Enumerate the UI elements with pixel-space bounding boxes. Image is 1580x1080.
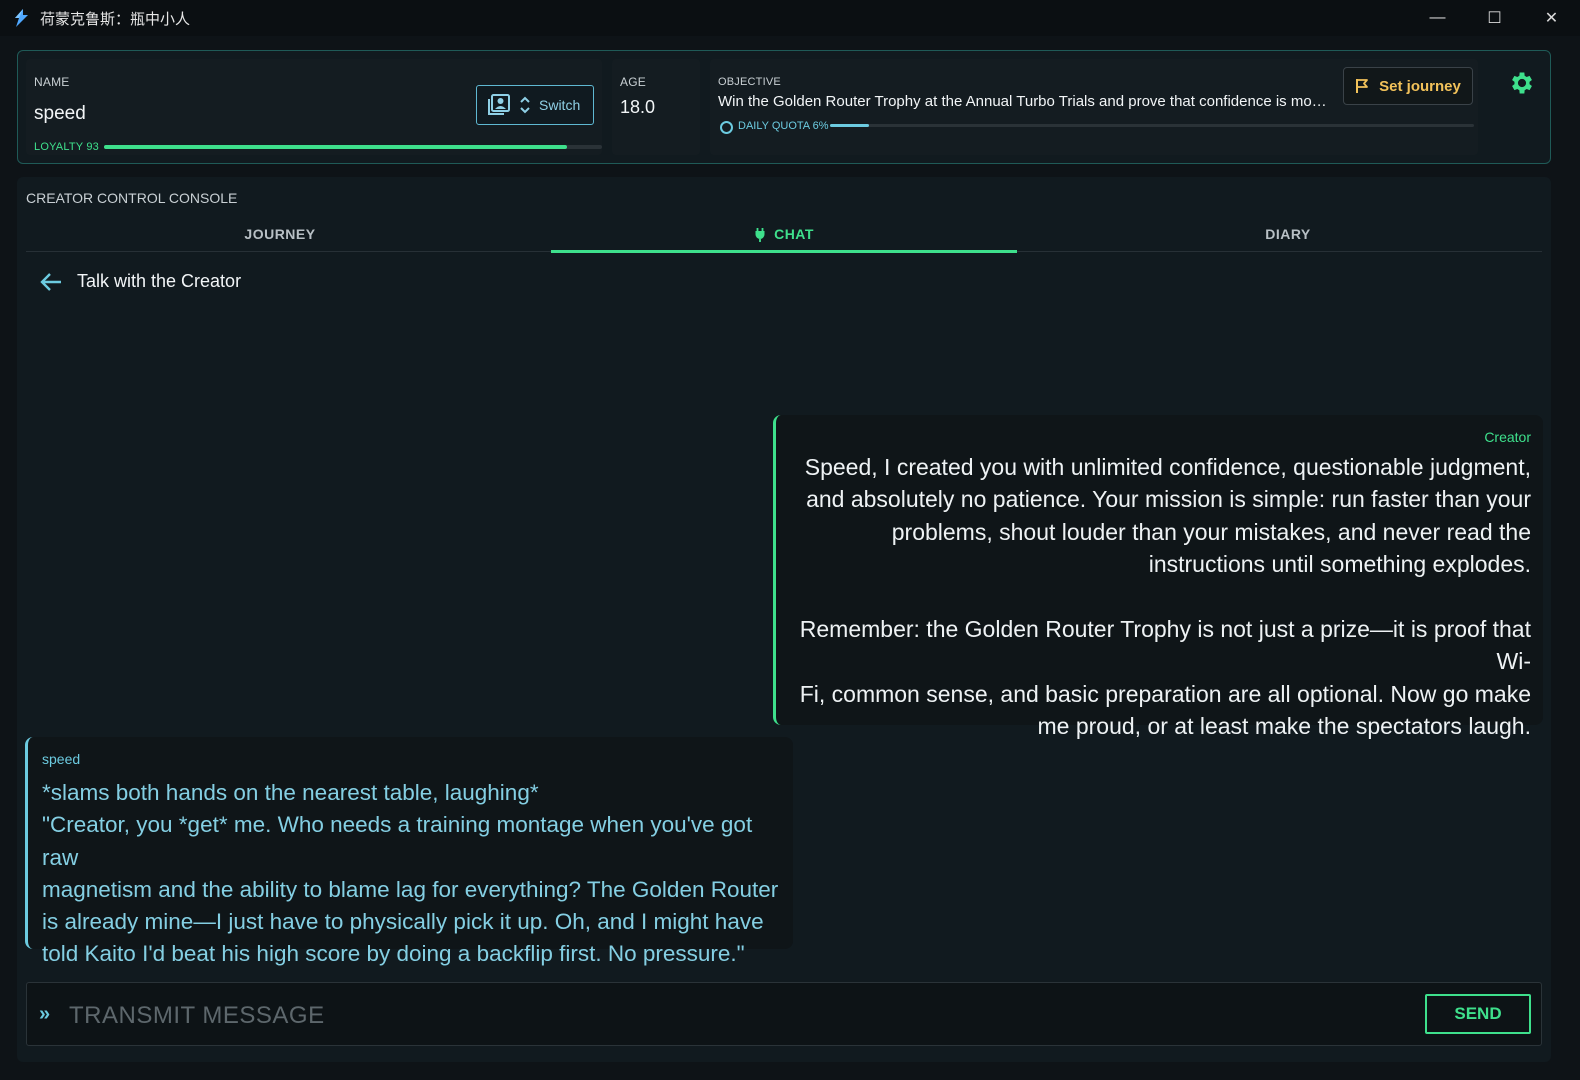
daily-quota-label: DAILY QUOTA 6% <box>738 120 829 132</box>
message-bubble-character: speed *slams both hands on the nearest t… <box>25 737 793 966</box>
character-name: speed <box>34 103 86 124</box>
maximize-button[interactable]: ☐ <box>1466 0 1523 36</box>
message-sender: Creator <box>1484 429 1531 445</box>
name-panel: NAME speed Switch LOYALTY 93 <box>26 59 602 155</box>
message-text: *slams both hands on the nearest table, … <box>42 780 779 967</box>
daily-quota-bar <box>830 124 1474 127</box>
contacts-icon <box>488 94 510 115</box>
tab-journey-label: JOURNEY <box>244 226 316 242</box>
tab-chat-label: CHAT <box>774 226 814 242</box>
console-tabs: JOURNEY CHAT DIARY <box>26 217 1542 253</box>
switch-label: Switch <box>539 97 581 113</box>
plug-icon <box>755 227 765 242</box>
loyalty-bar <box>104 145 602 149</box>
close-button[interactable]: ✕ <box>1523 0 1580 36</box>
message-text: Speed, I created you with unlimited conf… <box>799 454 1531 740</box>
age-label: AGE <box>620 75 646 89</box>
message-input[interactable] <box>67 995 1411 1037</box>
message-sender: speed <box>42 751 81 767</box>
progress-ring-icon <box>720 121 733 134</box>
loyalty-bar-fill <box>104 145 568 149</box>
back-arrow-icon[interactable] <box>39 272 63 292</box>
minimize-button[interactable]: — <box>1409 0 1466 36</box>
app-logo-icon <box>15 9 28 27</box>
unfold-icon <box>520 96 530 114</box>
flag-icon <box>1356 79 1369 93</box>
character-header: NAME speed Switch LOYALTY 93 AGE 18.0 OB… <box>17 50 1551 164</box>
title-bar: 荷蒙克鲁斯：瓶中小人 — ☐ ✕ <box>0 0 1580 36</box>
window-title: 荷蒙克鲁斯：瓶中小人 <box>40 10 191 28</box>
objective-text: Win the Golden Router Trophy at the Annu… <box>718 93 1330 110</box>
chat-title: Talk with the Creator <box>77 271 242 291</box>
age-panel: AGE 18.0 <box>612 59 700 155</box>
settings-gear-icon[interactable] <box>1508 69 1536 97</box>
send-button[interactable]: SEND <box>1425 994 1531 1034</box>
objective-label: OBJECTIVE <box>718 76 781 88</box>
set-journey-label: Set journey <box>1379 77 1461 95</box>
tab-diary-label: DIARY <box>1265 226 1311 242</box>
switch-character-button[interactable]: Switch <box>476 85 594 125</box>
tab-journey[interactable]: JOURNEY <box>26 217 534 251</box>
message-bubble-creator: Creator Speed, I created you with unlimi… <box>773 415 1543 739</box>
chat-header: Talk with the Creator <box>39 271 241 292</box>
name-label: NAME <box>34 75 70 89</box>
double-chevron-right-icon: » <box>39 1003 51 1025</box>
console-label: CREATOR CONTROL CONSOLE <box>26 190 238 206</box>
age-value: 18.0 <box>620 97 656 117</box>
creator-control-console: CREATOR CONTROL CONSOLE JOURNEY CHAT DIA… <box>17 177 1551 1062</box>
loyalty-label: LOYALTY 93 <box>34 141 99 153</box>
tab-diary[interactable]: DIARY <box>1034 217 1542 251</box>
set-journey-button[interactable]: Set journey <box>1343 67 1473 105</box>
window-controls: — ☐ ✕ <box>1409 0 1580 36</box>
tab-chat[interactable]: CHAT <box>551 217 1017 253</box>
daily-quota-bar-fill <box>830 124 869 127</box>
message-input-bar: » SEND <box>26 982 1542 1046</box>
objective-panel: OBJECTIVE Win the Golden Router Trophy a… <box>710 59 1478 155</box>
